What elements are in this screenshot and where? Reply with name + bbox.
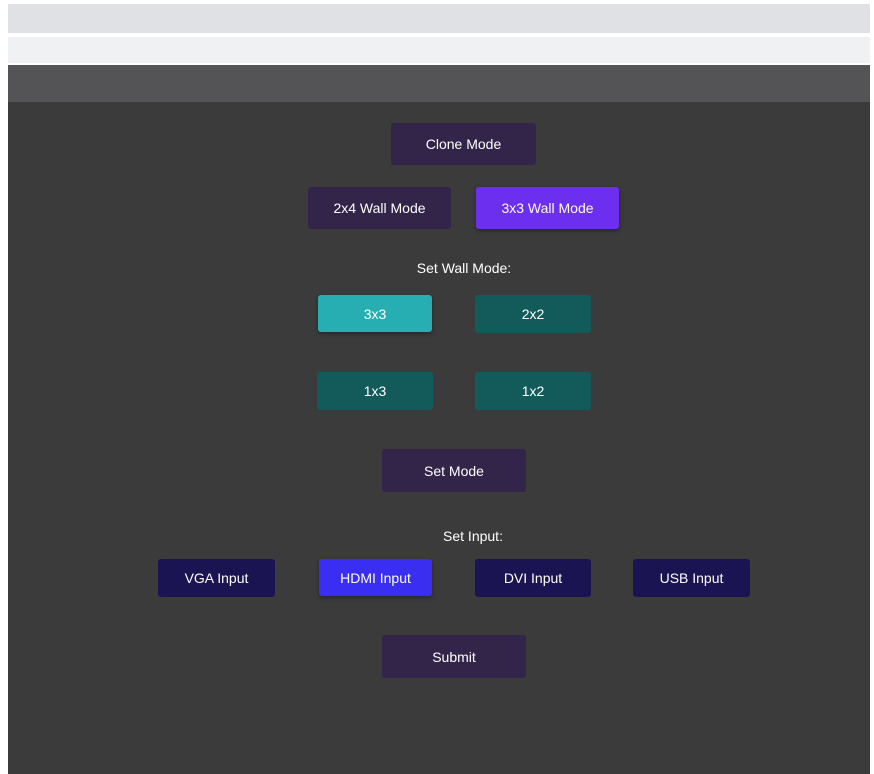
panel-header: [8, 65, 870, 102]
wall-option-1x2[interactable]: 1x2: [475, 372, 591, 410]
usb-input-button[interactable]: USB Input: [633, 559, 750, 597]
hdmi-input-button[interactable]: HDMI Input: [319, 559, 432, 596]
vga-input-button[interactable]: VGA Input: [158, 559, 275, 597]
browser-toolbar: [8, 37, 870, 63]
set-input-label: Set Input:: [443, 528, 503, 544]
browser-tab-bar: [8, 4, 870, 33]
control-panel: Clone Mode 2x4 Wall Mode 3x3 Wall Mode S…: [8, 65, 870, 774]
wall-option-3x3[interactable]: 3x3: [318, 295, 432, 332]
submit-button[interactable]: Submit: [382, 635, 526, 678]
wall-2x4-mode-button[interactable]: 2x4 Wall Mode: [308, 187, 451, 229]
set-wall-mode-label: Set Wall Mode:: [416, 260, 512, 276]
dvi-input-button[interactable]: DVI Input: [475, 559, 591, 597]
wall-option-2x2[interactable]: 2x2: [475, 295, 591, 333]
wall-3x3-mode-button[interactable]: 3x3 Wall Mode: [476, 187, 619, 229]
clone-mode-button[interactable]: Clone Mode: [391, 123, 536, 165]
set-mode-button[interactable]: Set Mode: [382, 449, 526, 492]
wall-option-1x3[interactable]: 1x3: [317, 372, 433, 410]
